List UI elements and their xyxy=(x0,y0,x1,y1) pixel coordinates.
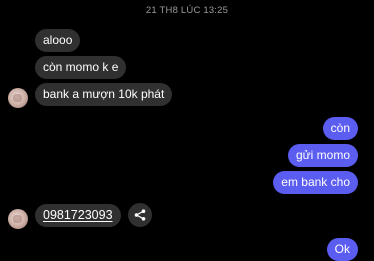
outgoing-message-bubble[interactable]: Ok xyxy=(326,238,358,261)
outgoing-message-bubble[interactable]: em bank cho xyxy=(273,171,358,194)
incoming-message-bubble[interactable]: alooo xyxy=(35,29,81,52)
incoming-message-bubble[interactable]: còn momo k e xyxy=(35,56,127,79)
outgoing-message-bubble[interactable]: còn xyxy=(322,117,358,140)
contact-avatar[interactable] xyxy=(8,88,28,108)
share-button[interactable] xyxy=(128,203,152,227)
contact-avatar[interactable] xyxy=(8,209,28,229)
phone-number-link[interactable]: 0981723093 xyxy=(35,204,121,227)
incoming-message-bubble[interactable]: bank a mượn 10k phát xyxy=(35,83,173,106)
chat-timestamp: 21 TH8 LÚC 13:25 xyxy=(145,5,229,16)
outgoing-message-bubble[interactable]: gửi momo xyxy=(287,144,358,167)
share-icon xyxy=(134,209,146,221)
